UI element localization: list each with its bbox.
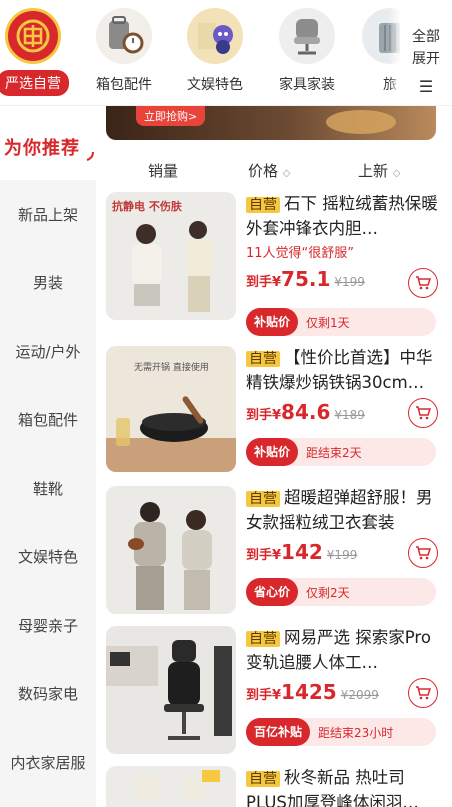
promo-tag: 补贴价 bbox=[246, 438, 299, 466]
chair-icon bbox=[279, 8, 335, 64]
sidebar-heading: 为你推荐 bbox=[4, 138, 80, 159]
expand-label-2: 展开 bbox=[412, 51, 440, 67]
cart-icon bbox=[416, 686, 431, 700]
category-furniture[interactable]: 家具家装 bbox=[262, 8, 352, 94]
sidebar-item-recommend[interactable]: 为你推荐 bbox=[0, 106, 96, 180]
sidebar-item-sports[interactable]: 运动/户外 bbox=[0, 317, 96, 386]
promo-text: 距结束2天 bbox=[306, 445, 362, 460]
price-prefix: 到手¥ bbox=[246, 548, 282, 563]
category-label: 家具家装 bbox=[279, 77, 335, 93]
category-bar: 严选自营 箱包配件 文娱特色 家具家装 旅 全部 展开 ☰ bbox=[0, 0, 452, 106]
product-card[interactable]: 抗静电 不伤肤 自营 石下 摇粒绒蓄热保暖外套冲锋衣内胆… 11人觉得“很舒服” … bbox=[106, 192, 444, 340]
sidebar-item-entertainment[interactable]: 文娱特色 bbox=[0, 523, 96, 592]
product-photo bbox=[136, 770, 220, 800]
sidebar-item-baby[interactable]: 母婴亲子 bbox=[0, 591, 96, 660]
banner-tag[interactable]: 立即抢购> bbox=[136, 106, 206, 126]
sort-new[interactable]: 上新 ◇ bbox=[358, 160, 401, 181]
product-card[interactable]: 自营 超暖超弹超舒服！男女款摇粒绒卫衣套装 到手¥ 142 ¥199 省心价 仅剩… bbox=[106, 486, 444, 616]
sidebar: 为你推荐 新品上架 男装 运动/户外 箱包配件 鞋靴 文娱特色 母婴亲子 数码家… bbox=[0, 106, 96, 807]
product-title[interactable]: 自营 秋冬新品 热吐司PLUS加厚登峰体闲羽… bbox=[246, 766, 444, 807]
category-entertainment[interactable]: 文娱特色 bbox=[170, 8, 260, 94]
sidebar-item-digital[interactable]: 数码家电 bbox=[0, 660, 96, 729]
sort-updown-icon: ◇ bbox=[392, 168, 401, 179]
category-label: 严选自营 bbox=[0, 70, 69, 96]
price-value: 142 bbox=[281, 540, 323, 564]
product-card[interactable]: 无需开锅 直接使用 自营 【性价比首选】中华精铁爆炒锅铁锅30cm… 到手¥ 84… bbox=[106, 346, 444, 476]
promo-badge: 百亿补贴 距结束23小时 bbox=[246, 718, 436, 746]
sidebar-item-bags[interactable]: 箱包配件 bbox=[0, 386, 96, 455]
add-to-cart-button[interactable] bbox=[408, 538, 438, 568]
original-price: ¥199 bbox=[334, 275, 365, 289]
yanxuan-logo-icon bbox=[5, 8, 61, 64]
self-operated-badge: 自营 bbox=[246, 631, 280, 647]
cart-icon bbox=[416, 276, 431, 290]
price-value: 84.6 bbox=[281, 400, 331, 424]
sidebar-item-underwear[interactable]: 内衣家居服 bbox=[0, 728, 96, 797]
sort-sales[interactable]: 销量 bbox=[148, 160, 178, 181]
promo-badge: 补贴价 距结束2天 bbox=[246, 438, 436, 466]
product-photo bbox=[132, 221, 212, 312]
product-title[interactable]: 自营 【性价比首选】中华精铁爆炒锅铁锅30cm… bbox=[246, 346, 444, 394]
original-price: ¥189 bbox=[334, 408, 365, 422]
original-price: ¥2099 bbox=[340, 688, 379, 702]
self-operated-badge: 自营 bbox=[246, 491, 280, 507]
product-photo bbox=[106, 396, 236, 472]
promo-text: 仅剩2天 bbox=[306, 585, 350, 600]
promo-badge: 补贴价 仅剩1天 bbox=[246, 308, 436, 336]
add-to-cart-button[interactable] bbox=[408, 268, 438, 298]
promo-badge: 省心价 仅剩2天 bbox=[246, 578, 436, 606]
product-image[interactable]: 无需开锅 直接使用 bbox=[106, 346, 236, 472]
expand-all-button[interactable]: 全部 展开 ☰ bbox=[400, 0, 452, 104]
sort-updown-icon: ◇ bbox=[282, 168, 291, 179]
self-operated-badge: 自营 bbox=[246, 197, 280, 213]
category-bags[interactable]: 箱包配件 bbox=[79, 8, 169, 94]
add-to-cart-button[interactable] bbox=[408, 678, 438, 708]
self-operated-badge: 自营 bbox=[246, 771, 280, 787]
product-image[interactable] bbox=[106, 766, 236, 807]
price-prefix: 到手¥ bbox=[246, 408, 282, 423]
banner-image bbox=[326, 110, 396, 134]
product-image[interactable] bbox=[106, 626, 236, 754]
sort-price-label: 价格 bbox=[248, 162, 279, 180]
original-price: ¥199 bbox=[326, 548, 358, 562]
promo-text: 距结束23小时 bbox=[318, 725, 394, 740]
promo-tag: 补贴价 bbox=[246, 308, 299, 336]
product-photo bbox=[106, 640, 232, 740]
sidebar-item-shoes[interactable]: 鞋靴 bbox=[0, 454, 96, 523]
active-indicator-icon bbox=[86, 151, 95, 161]
cart-icon bbox=[416, 546, 431, 560]
promo-tag: 省心价 bbox=[246, 578, 299, 606]
sort-new-label: 上新 bbox=[358, 162, 389, 180]
cart-icon bbox=[416, 406, 431, 420]
price-prefix: 到手¥ bbox=[246, 275, 282, 290]
category-yanxuan[interactable]: 严选自营 bbox=[0, 8, 78, 96]
bag-watch-icon bbox=[96, 8, 152, 64]
product-title[interactable]: 自营 石下 摇粒绒蓄热保暖外套冲锋衣内胆… bbox=[246, 192, 444, 240]
doll-icon bbox=[187, 8, 243, 64]
add-to-cart-button[interactable] bbox=[408, 398, 438, 428]
sidebar-item-new[interactable]: 新品上架 bbox=[0, 180, 96, 249]
sort-price[interactable]: 价格 ◇ bbox=[248, 160, 291, 181]
product-photo bbox=[128, 502, 212, 610]
product-image[interactable] bbox=[106, 486, 236, 614]
self-operated-badge: 自营 bbox=[246, 351, 280, 367]
sidebar-item-menswear[interactable]: 男装 bbox=[0, 249, 96, 318]
product-card[interactable]: 自营 网易严选 探索家Pro变轨追腰人体工… 到手¥ 1425 ¥2099 百亿补… bbox=[106, 626, 444, 756]
category-label: 箱包配件 bbox=[96, 77, 152, 93]
price-value: 75.1 bbox=[281, 267, 331, 291]
menu-icon: ☰ bbox=[418, 77, 434, 96]
product-title[interactable]: 自营 网易严选 探索家Pro变轨追腰人体工… bbox=[246, 626, 444, 674]
product-image[interactable]: 抗静电 不伤肤 bbox=[106, 192, 236, 320]
social-proof: 11人觉得“很舒服” bbox=[246, 246, 355, 261]
product-title[interactable]: 自营 超暖超弹超舒服！男女款摇粒绒卫衣套装 bbox=[246, 486, 444, 534]
price-value: 1425 bbox=[281, 680, 337, 704]
expand-label-1: 全部 bbox=[412, 29, 440, 45]
category-label: 文娱特色 bbox=[187, 77, 243, 93]
promo-banner[interactable]: 立即抢购> bbox=[106, 106, 436, 140]
sort-bar: 销量 价格 ◇ 上新 ◇ bbox=[96, 150, 452, 186]
promo-tag: 百亿补贴 bbox=[246, 718, 311, 746]
price-prefix: 到手¥ bbox=[246, 688, 282, 703]
promo-text: 仅剩1天 bbox=[306, 315, 350, 330]
product-card[interactable]: 自营 秋冬新品 热吐司PLUS加厚登峰体闲羽… bbox=[106, 766, 444, 807]
